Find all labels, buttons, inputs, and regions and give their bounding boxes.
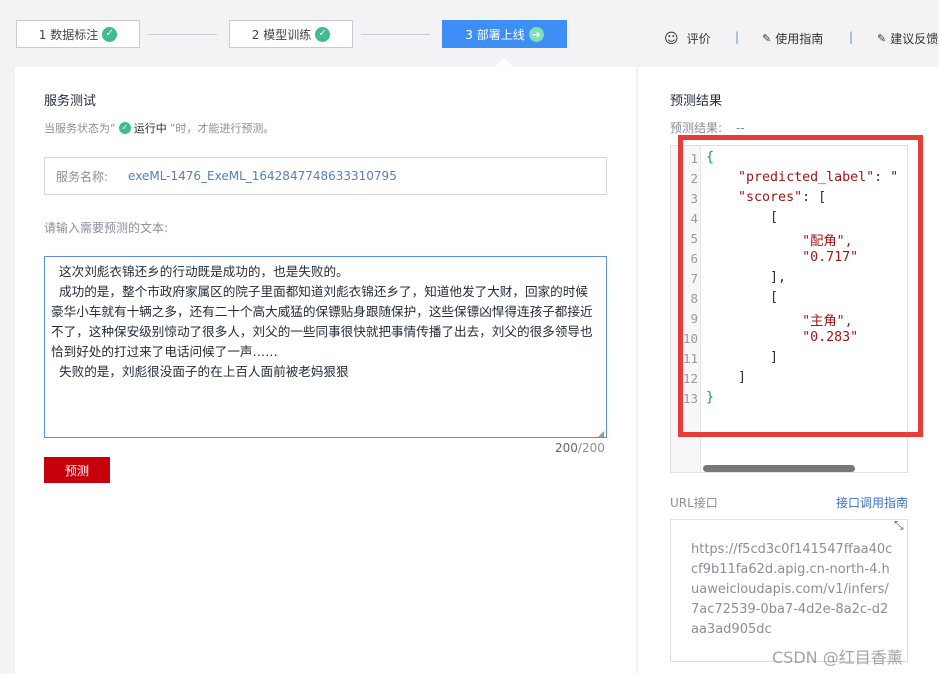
api-guide-link[interactable]: 接口调用指南 [836, 494, 908, 511]
section-title: 服务测试 [44, 94, 97, 109]
step-label: 1 数据标注 [38, 27, 99, 42]
url-label: URL接口 [670, 496, 718, 510]
smile-icon: ☺ [664, 30, 679, 47]
guide-link[interactable]: ✎ 使用指南 [762, 30, 823, 47]
divider: | [735, 30, 740, 44]
check-circle-icon: ✓ [102, 26, 118, 42]
step-connector [361, 34, 430, 35]
service-name-field: 服务名称: exeML-1476_ExeML_16428477486333107… [44, 157, 607, 195]
guide-label: 使用指南 [775, 32, 824, 46]
divider: | [849, 30, 854, 44]
feedback-label: 建议反馈 [890, 32, 939, 46]
feedback-icon: ✎ [877, 32, 887, 45]
arrow-right-circle-icon: ➜ [528, 26, 544, 42]
check-circle-icon: ✓ [118, 122, 131, 134]
hint-prefix: 当服务状态为“ [44, 122, 116, 135]
prediction-result-panel: 预测结果 预测结果: -- 1 2 3 4 5 6 7 8 9 10 11 12… [638, 67, 939, 674]
result-summary: 预测结果: -- [670, 119, 745, 136]
char-max: /200 [577, 441, 605, 455]
top-stepper-bar: 1 数据标注 ✓ 2 模型训练 ✓ 3 部署上线 ➜ ☺ 评价 | ✎ 使用指南… [0, 0, 939, 67]
predict-button[interactable]: 预测 [44, 457, 110, 483]
service-test-panel: 服务测试 当服务状态为“ ✓ 运行中 ”时，才能进行预测。 服务名称: exeM… [15, 67, 636, 674]
horizontal-scrollbar[interactable] [703, 465, 855, 472]
result-title: 预测结果 [670, 94, 723, 109]
result-label: 预测结果: [670, 121, 723, 135]
step-label: 3 部署上线 [465, 27, 525, 42]
step-connector [148, 34, 217, 35]
service-name-label: 服务名称: [56, 169, 109, 184]
hint-status: 运行中 [133, 122, 167, 135]
active-step-caret [495, 58, 513, 67]
rate-label: 评价 [686, 32, 711, 46]
step-model-training[interactable]: 2 模型训练 ✓ [229, 20, 353, 48]
service-name-value: exeML-1476_ExeML_1642847748633310795 [128, 169, 397, 183]
expand-icon[interactable]: ⤡ [894, 518, 904, 533]
status-hint: 当服务状态为“ ✓ 运行中 ”时，才能进行预测。 [44, 120, 274, 136]
url-value-box[interactable]: https://f5cd3c0f141547ffaa40ccf9b11fa62d… [670, 519, 908, 662]
rate-link[interactable]: ☺ 评价 [664, 30, 711, 47]
highlight-annotation-box [678, 135, 923, 437]
input-prompt: 请输入需要预测的文本: [44, 221, 169, 235]
step-label: 2 模型训练 [251, 27, 312, 42]
result-value: -- [735, 121, 745, 135]
resize-handle-icon[interactable]: ◢ [598, 429, 604, 438]
feedback-link[interactable]: ✎ 建议反馈 [877, 30, 938, 47]
step-deploy[interactable]: 3 部署上线 ➜ [442, 20, 567, 48]
edit-icon: ✎ [762, 32, 772, 45]
hint-suffix: ”时，才能进行预测。 [169, 122, 275, 135]
watermark: CSDN @红目香薰 [772, 648, 903, 667]
prediction-text-input[interactable]: 这次刘彪衣锦还乡的行动既是成功的，也是失败的。 成功的是，整个市政府家属区的院子… [44, 256, 607, 438]
char-count: 200 [555, 441, 578, 455]
check-circle-icon: ✓ [315, 26, 331, 42]
step-data-labeling[interactable]: 1 数据标注 ✓ [16, 20, 140, 48]
char-counter: 200/200 [555, 441, 605, 455]
